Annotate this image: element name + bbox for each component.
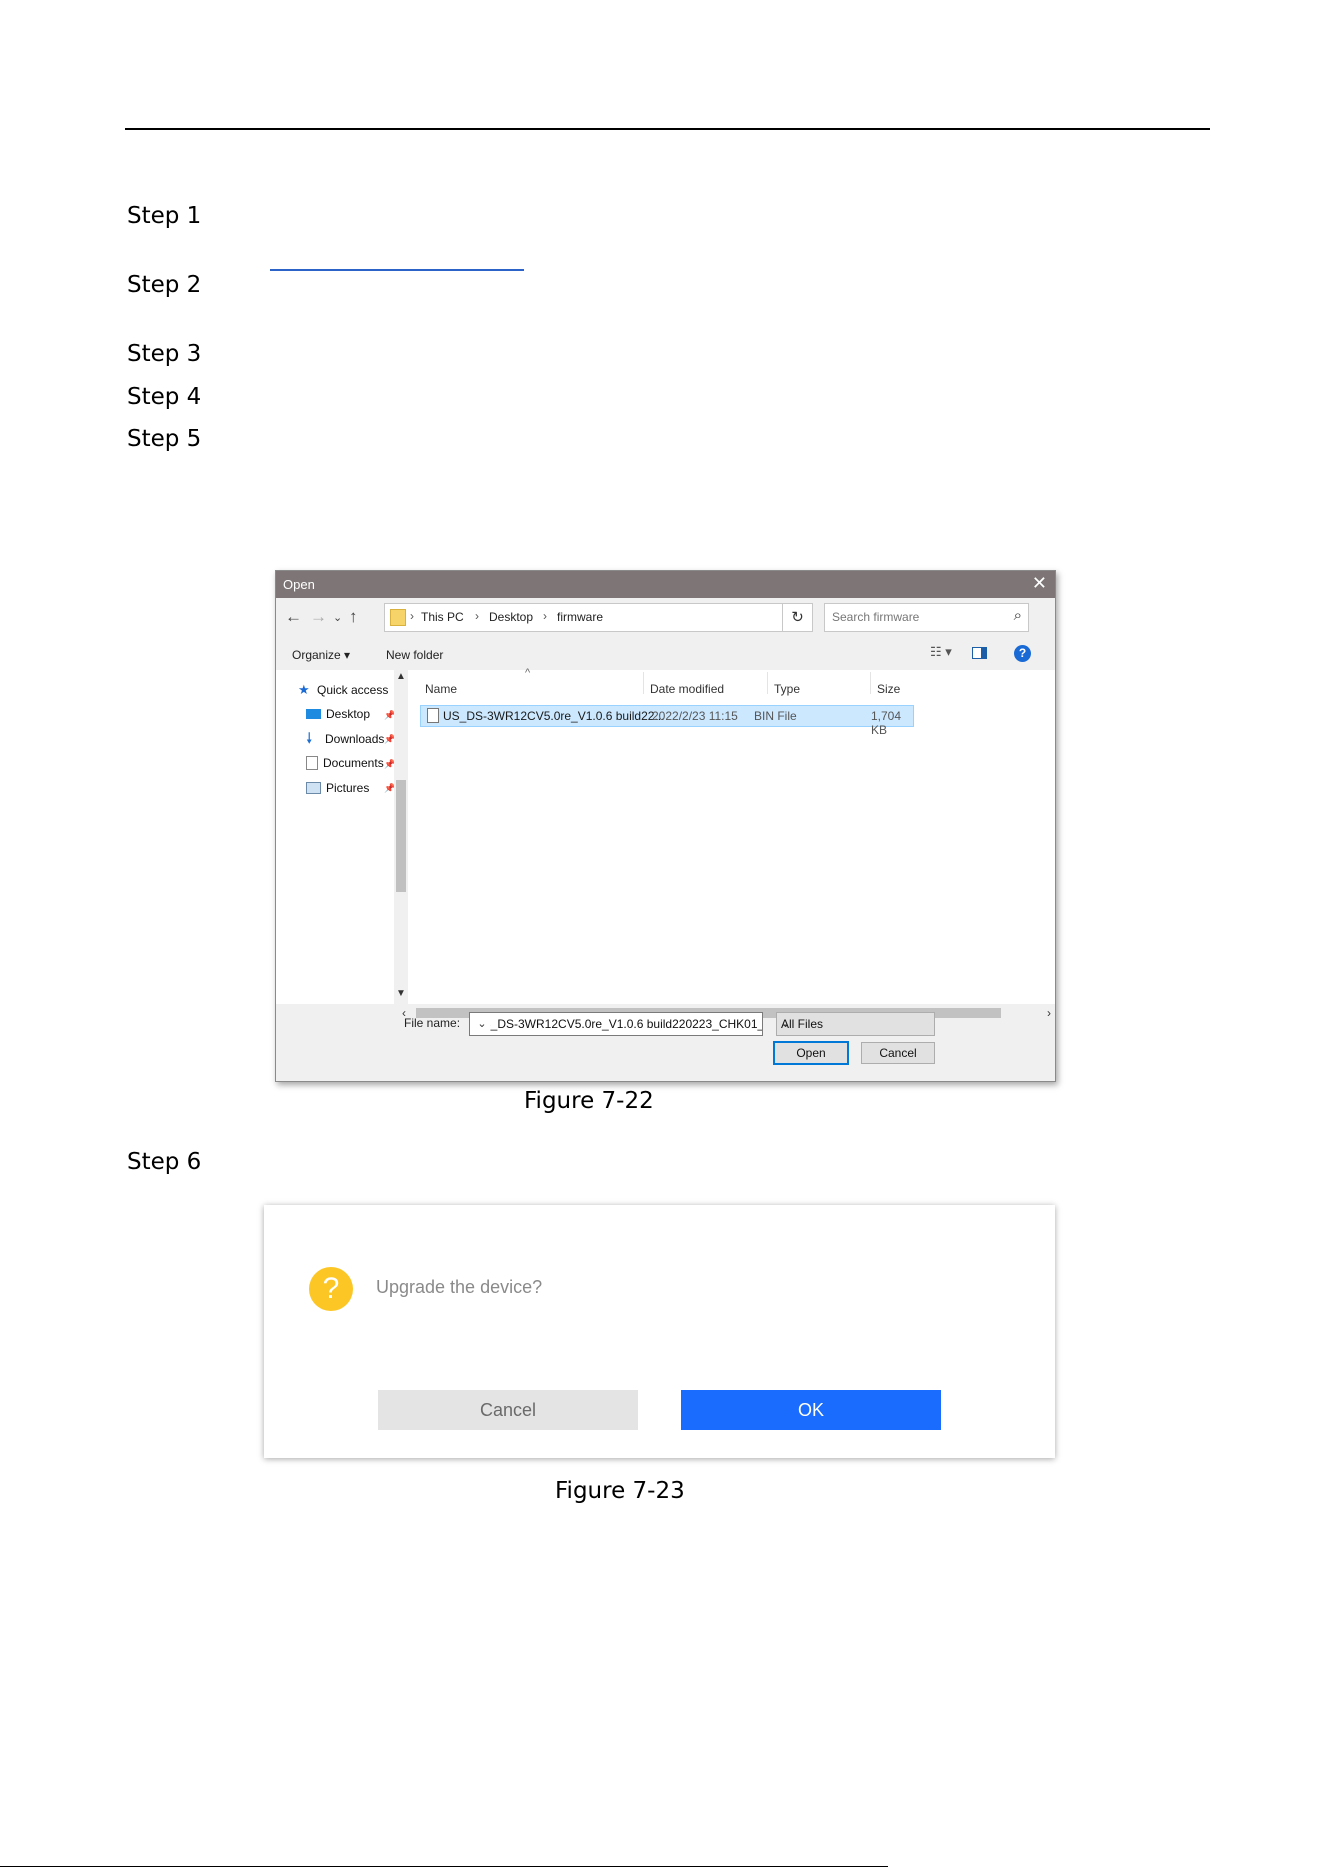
nav-downloads[interactable]: 🠗 Downloads xyxy=(306,730,384,747)
forward-arrow-icon[interactable]: → xyxy=(310,607,327,627)
file-name-label: File name: xyxy=(404,1016,461,1030)
step-4-label: Step 4 xyxy=(127,384,202,410)
desktop-icon xyxy=(306,709,321,719)
cancel-button[interactable]: Cancel xyxy=(378,1390,638,1430)
nav-quick-access[interactable]: ★ Quick access xyxy=(298,683,388,697)
sort-caret-icon: ^ xyxy=(525,667,531,679)
step-6-label: Step 6 xyxy=(127,1149,202,1175)
scrollbar-thumb[interactable] xyxy=(396,780,406,892)
dialog-title: Open xyxy=(283,577,315,592)
pictures-icon xyxy=(306,782,321,794)
step-2-label: Step 2 xyxy=(127,272,202,298)
address-bar[interactable]: › This PC › Desktop › firmware ⌄ xyxy=(384,603,810,632)
nav-desktop[interactable]: Desktop xyxy=(306,707,370,721)
search-icon: ⌕ xyxy=(1013,607,1022,624)
back-arrow-icon[interactable]: ← xyxy=(285,607,302,627)
file-type: BIN File xyxy=(754,709,797,723)
breadcrumb-this-pc[interactable]: This PC xyxy=(421,610,464,624)
organize-menu[interactable]: Organize ▾ xyxy=(292,648,350,662)
refresh-icon[interactable]: ↻ xyxy=(782,603,813,632)
file-list: ^ Name Date modified Type Size US_DS-3WR… xyxy=(408,667,1055,1004)
recent-dropdown-icon[interactable]: ⌄ xyxy=(333,611,342,624)
folder-icon xyxy=(390,609,406,626)
close-icon[interactable]: ✕ xyxy=(1032,573,1047,594)
scroll-up-icon[interactable]: ▲ xyxy=(396,671,406,682)
confirm-message: Upgrade the device? xyxy=(376,1277,543,1297)
column-header-size[interactable]: Size xyxy=(877,682,900,696)
breadcrumb-firmware[interactable]: firmware xyxy=(557,610,603,624)
file-type-select[interactable]: All Files ⌄ xyxy=(776,1012,935,1036)
up-arrow-icon[interactable]: ↑ xyxy=(349,607,358,627)
figure-caption: Figure 7-22 xyxy=(524,1088,654,1114)
file-date: 2022/2/23 11:15 xyxy=(652,709,738,723)
scroll-right-icon[interactable]: › xyxy=(1047,1006,1051,1020)
breadcrumb-desktop[interactable]: Desktop xyxy=(489,610,533,624)
file-open-dialog: Open ✕ ← → ⌄ ↑ › This PC › Desktop › fir… xyxy=(275,570,1056,1082)
search-box[interactable]: Search firmware ⌕ xyxy=(824,603,1029,632)
column-header-type[interactable]: Type xyxy=(774,682,800,696)
step-1-label: Step 1 xyxy=(127,203,202,229)
cancel-button[interactable]: Cancel xyxy=(861,1042,935,1064)
dialog-titlebar: Open ✕ xyxy=(276,571,1055,598)
preview-pane-icon[interactable] xyxy=(972,647,987,659)
documents-icon xyxy=(306,756,318,770)
file-icon xyxy=(427,708,439,723)
column-header-name[interactable]: Name xyxy=(425,682,457,696)
nav-documents[interactable]: Documents xyxy=(306,756,384,770)
header-rule xyxy=(125,128,1210,130)
download-icon: 🠗 xyxy=(306,730,313,747)
file-size: 1,704 KB xyxy=(871,709,902,737)
figure-caption: Figure 7-23 xyxy=(555,1478,685,1504)
ok-button[interactable]: OK xyxy=(681,1390,941,1430)
file-row[interactable]: US_DS-3WR12CV5.0re_V1.0.6 build22... 202… xyxy=(420,705,914,737)
column-header-date[interactable]: Date modified xyxy=(650,682,724,696)
navigation-scrollbar[interactable]: ▲ ▼ xyxy=(394,670,408,1004)
open-button[interactable]: Open xyxy=(773,1041,849,1065)
scroll-down-icon[interactable]: ▼ xyxy=(396,988,406,999)
chevron-down-icon: ⌄ xyxy=(781,1018,791,1030)
chevron-down-icon[interactable]: ⌄ xyxy=(474,1013,490,1035)
footer-rule xyxy=(0,1866,888,1867)
upgrade-confirm-dialog: ? Upgrade the device? Cancel OK xyxy=(264,1205,1055,1458)
star-icon: ★ xyxy=(298,682,310,697)
view-options-icon[interactable]: ☷ ▾ xyxy=(930,644,952,660)
nav-pictures[interactable]: Pictures xyxy=(306,781,369,795)
step-3-label: Step 3 xyxy=(127,341,202,367)
file-name-input[interactable]: US_DS-3WR12CV5.0re_V1.0.6 build220223_CH… xyxy=(469,1012,763,1036)
question-icon: ? xyxy=(309,1267,353,1311)
step-5-label: Step 5 xyxy=(127,426,202,452)
step-1-link-underline[interactable] xyxy=(270,269,524,271)
help-icon[interactable]: ? xyxy=(1014,645,1031,662)
search-placeholder: Search firmware xyxy=(832,610,920,624)
navigation-pane: ★ Quick access Desktop 🠗 Downloads Docum… xyxy=(276,670,406,1004)
file-name: US_DS-3WR12CV5.0re_V1.0.6 build22... xyxy=(443,709,665,723)
new-folder-button[interactable]: New folder xyxy=(386,648,443,662)
